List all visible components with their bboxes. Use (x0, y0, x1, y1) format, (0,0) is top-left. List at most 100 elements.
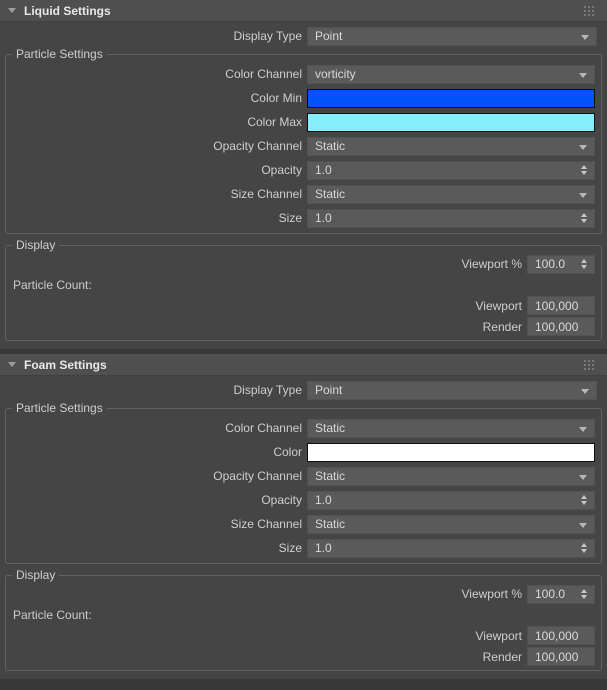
display-group: Display Viewport % 100.0 Particle Count: (5, 575, 602, 671)
rollout-body-liquid: Display Type Point Particle Settings Col… (0, 22, 607, 349)
size-spinner[interactable]: 1.0 (307, 209, 595, 228)
dropdown-arrow-icon (579, 475, 587, 480)
render-count-label: Render (6, 650, 527, 664)
opacity-channel-row: Opacity Channel Static (6, 464, 601, 488)
size-label: Size (6, 541, 307, 555)
rollout-header-foam[interactable]: Foam Settings (0, 354, 607, 376)
viewport-pct-label: Viewport % (6, 587, 527, 601)
rollout-liquid-settings: Liquid Settings Display Type Point Parti… (0, 0, 607, 349)
color-channel-label: Color Channel (6, 67, 307, 81)
size-channel-dropdown[interactable]: Static (307, 185, 595, 204)
size-label: Size (6, 211, 307, 225)
dropdown-arrow-icon (581, 35, 589, 40)
size-row: Size 1.0 (6, 536, 601, 560)
display-group: Display Viewport % 100.0 Particle Count: (5, 245, 602, 341)
dropdown-arrow-icon (579, 523, 587, 528)
display-type-dropdown[interactable]: Point (307, 381, 597, 400)
size-value: 1.0 (315, 541, 332, 555)
dropdown-arrow-icon (579, 193, 587, 198)
opacity-spinner[interactable]: 1.0 (307, 491, 595, 510)
opacity-channel-dropdown[interactable]: Static (307, 467, 595, 486)
opacity-row: Opacity 1.0 (6, 488, 601, 512)
spinner-up-button[interactable] (581, 495, 587, 499)
color-max-label: Color Max (6, 115, 307, 129)
display-type-value: Point (315, 383, 342, 397)
render-count-field[interactable]: 100,000 (527, 647, 595, 666)
display-type-label: Display Type (0, 29, 307, 43)
spinner-up-button[interactable] (581, 213, 587, 217)
color-min-swatch[interactable] (307, 89, 595, 108)
viewport-count-label: Viewport (6, 629, 527, 643)
viewport-pct-spinner[interactable]: 100.0 (527, 255, 595, 274)
size-spinner[interactable]: 1.0 (307, 539, 595, 558)
color-channel-row: Color Channel Static (6, 416, 601, 440)
viewport-count-row: Viewport 100,000 (6, 295, 601, 316)
particle-settings-group: Particle Settings Color Channel vorticit… (5, 54, 602, 234)
viewport-pct-value: 100.0 (535, 587, 565, 601)
color-channel-dropdown[interactable]: Static (307, 419, 595, 438)
particle-settings-group-label: Particle Settings (12, 47, 107, 61)
particle-count-row: Particle Count: (6, 275, 601, 295)
render-count-value: 100,000 (535, 650, 578, 664)
rollout-header-liquid[interactable]: Liquid Settings (0, 0, 607, 22)
rollout-body-foam: Display Type Point Particle Settings Col… (0, 376, 607, 679)
dropdown-arrow-icon (579, 427, 587, 432)
opacity-channel-value: Static (315, 139, 345, 153)
size-row: Size 1.0 (6, 206, 601, 230)
rollout-foam-settings: Foam Settings Display Type Point Particl… (0, 354, 607, 679)
spinner-up-button[interactable] (581, 589, 587, 593)
opacity-row: Opacity 1.0 (6, 158, 601, 182)
spinner-down-button[interactable] (581, 171, 587, 175)
color-swatch[interactable] (307, 443, 595, 462)
particle-settings-group-label: Particle Settings (12, 401, 107, 415)
dropdown-arrow-icon (581, 389, 589, 394)
spinner-up-button[interactable] (581, 259, 587, 263)
color-max-swatch[interactable] (307, 113, 595, 132)
dropdown-arrow-icon (579, 145, 587, 150)
viewport-count-row: Viewport 100,000 (6, 625, 601, 646)
render-count-field[interactable]: 100,000 (527, 317, 595, 336)
dropdown-arrow-icon (579, 73, 587, 78)
size-channel-label: Size Channel (6, 517, 307, 531)
size-value: 1.0 (315, 211, 332, 225)
spinner-down-button[interactable] (581, 219, 587, 223)
spinner-up-button[interactable] (581, 165, 587, 169)
collapse-arrow-icon[interactable] (8, 362, 16, 367)
opacity-channel-label: Opacity Channel (6, 139, 307, 153)
drag-handle-icon[interactable] (584, 360, 594, 370)
viewport-pct-row: Viewport % 100.0 (6, 253, 601, 275)
opacity-spinner[interactable]: 1.0 (307, 161, 595, 180)
drag-handle-icon[interactable] (584, 6, 594, 16)
spinner-down-button[interactable] (581, 595, 587, 599)
viewport-pct-value: 100.0 (535, 257, 565, 271)
spinner-up-button[interactable] (581, 543, 587, 547)
display-type-row: Display Type Point (0, 378, 607, 402)
spinner-down-button[interactable] (581, 265, 587, 269)
viewport-count-field[interactable]: 100,000 (527, 296, 595, 315)
opacity-label: Opacity (6, 163, 307, 177)
display-type-row: Display Type Point (0, 24, 607, 48)
fluid-settings-panel: Liquid Settings Display Type Point Parti… (0, 0, 607, 690)
color-channel-dropdown[interactable]: vorticity (307, 65, 595, 84)
display-type-dropdown[interactable]: Point (307, 27, 597, 46)
viewport-count-label: Viewport (6, 299, 527, 313)
viewport-pct-spinner[interactable]: 100.0 (527, 585, 595, 604)
opacity-channel-dropdown[interactable]: Static (307, 137, 595, 156)
size-channel-value: Static (315, 187, 345, 201)
opacity-label: Opacity (6, 493, 307, 507)
display-type-value: Point (315, 29, 342, 43)
spinner-down-button[interactable] (581, 549, 587, 553)
size-channel-dropdown[interactable]: Static (307, 515, 595, 534)
size-channel-label: Size Channel (6, 187, 307, 201)
display-group-label: Display (12, 238, 59, 252)
particle-settings-group: Particle Settings Color Channel Static C… (5, 408, 602, 564)
render-count-label: Render (6, 320, 527, 334)
opacity-channel-row: Opacity Channel Static (6, 134, 601, 158)
color-channel-value: vorticity (315, 67, 356, 81)
opacity-channel-label: Opacity Channel (6, 469, 307, 483)
spinner-down-button[interactable] (581, 501, 587, 505)
collapse-arrow-icon[interactable] (8, 8, 16, 13)
opacity-value: 1.0 (315, 493, 332, 507)
viewport-count-field[interactable]: 100,000 (527, 626, 595, 645)
particle-count-label: Particle Count: (13, 608, 92, 622)
